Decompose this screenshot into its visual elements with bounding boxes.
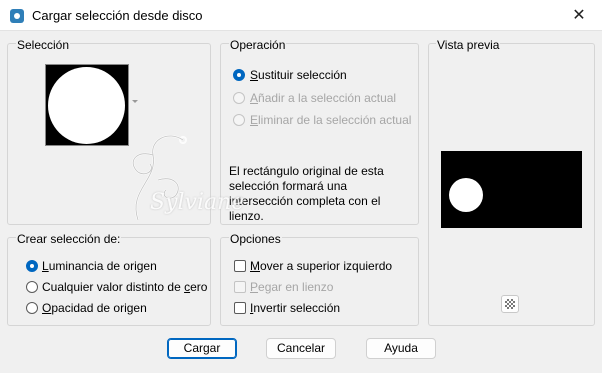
source-opacity-radio[interactable]: [26, 302, 38, 314]
operation-remove-radio[interactable]: [233, 114, 245, 126]
operation-replace-radio[interactable]: [233, 69, 245, 81]
preview-selection-circle: [449, 178, 483, 212]
transparency-toggle-button[interactable]: [501, 295, 519, 313]
non-zero-value-label: Cualquier valor distinto de cero: [42, 280, 208, 294]
source-opacity-label: Opacidad de origen: [42, 301, 147, 315]
close-button[interactable]: ✕: [556, 0, 602, 31]
watermark-signature: Sylviane: [150, 190, 245, 215]
paste-on-canvas-checkbox[interactable]: [234, 281, 246, 293]
options-panel-label: Opciones: [229, 232, 282, 246]
source-luminance-label: Luminancia de origen: [42, 259, 157, 273]
selection-panel-label: Selección: [16, 38, 71, 52]
preview-panel-label: Vista previa: [436, 38, 501, 52]
help-button[interactable]: Ayuda: [366, 338, 436, 359]
operation-add-label: Añadir a la selección actual: [250, 91, 397, 105]
create-selection-label: Crear selección de:: [16, 232, 122, 246]
window-title: Cargar selección desde disco: [32, 8, 203, 23]
chevron-down-icon[interactable]: [132, 100, 138, 103]
checkerboard-icon: [505, 299, 515, 309]
operation-panel-label: Operación: [229, 38, 287, 52]
operation-add-radio[interactable]: [233, 92, 245, 104]
move-top-left-label: Mover a superior izquierdo: [250, 259, 393, 273]
invert-selection-label: Invertir selección: [250, 301, 341, 315]
source-luminance-radio[interactable]: [26, 260, 38, 272]
options-panel: Opciones Mover a superior izquierdo Pega…: [220, 232, 419, 326]
move-top-left-checkbox[interactable]: [234, 260, 246, 272]
create-selection-panel: Crear selección de: Luminancia de origen…: [7, 232, 211, 326]
operation-replace-label: Sustituir selección: [250, 68, 347, 82]
preview-canvas: [441, 151, 582, 228]
operation-panel: Operación Sustituir selección Añadir a l…: [220, 38, 419, 225]
operation-remove-label: Eliminar de la selección actual: [250, 113, 412, 127]
cancel-button[interactable]: Cancelar: [266, 338, 336, 359]
paste-on-canvas-label: Pegar en lienzo: [250, 280, 334, 294]
load-button[interactable]: Cargar: [167, 338, 237, 359]
non-zero-value-radio[interactable]: [26, 281, 38, 293]
title-bar: Cargar selección desde disco ✕: [0, 0, 602, 31]
invert-selection-checkbox[interactable]: [234, 302, 246, 314]
preview-panel: Vista previa: [428, 38, 595, 326]
operation-description: El rectángulo original de esta selección…: [229, 164, 384, 223]
app-icon: [10, 9, 24, 23]
